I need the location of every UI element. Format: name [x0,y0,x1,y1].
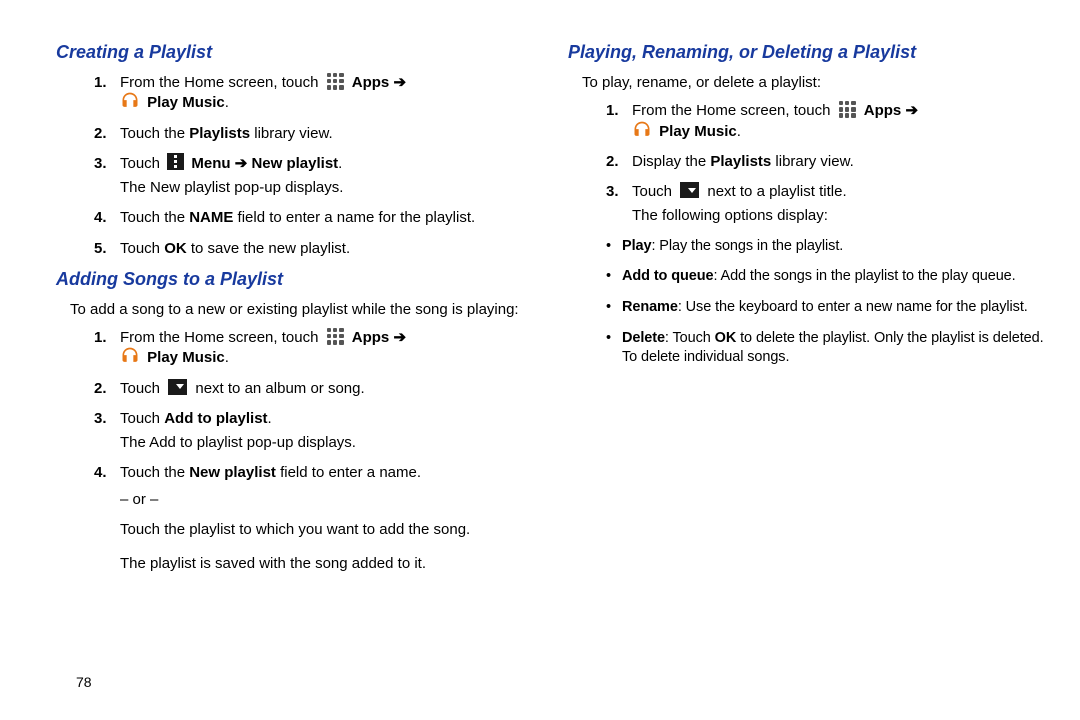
headphones-icon [120,91,143,111]
bullet-item: Delete: Touch OK to delete the playlist.… [606,329,1050,367]
or-divider: – or – [120,490,538,510]
step-text: From the Home screen, touch [120,329,323,346]
dropdown-icon [680,182,699,198]
intro-adding-songs: To add a song to a new or existing playl… [70,300,524,320]
manual-page: Creating a Playlist From the Home screen… [0,0,1080,720]
step-text: Touch [120,155,164,172]
play-music-label: Play Music [147,349,225,366]
step-item: Touch Menu ➔ New playlist. The New playl… [94,154,538,199]
step-text: . [268,410,272,427]
menu-label: Menu [191,155,230,172]
period: . [338,155,342,172]
bullet-label: Rename [622,299,678,315]
steps-playing: From the Home screen, touch Apps ➔ Play … [606,101,1050,226]
right-column: Playing, Renaming, or Deleting a Playlis… [568,38,1050,710]
step-item: Touch next to an album or song. [94,379,538,399]
step-item: Touch next to a playlist title. The foll… [606,182,1050,227]
step-text: Touch [120,240,164,257]
step-text: library view. [771,153,854,170]
step-text: next to an album or song. [195,380,364,397]
arrow-icon: ➔ [393,329,406,346]
bullet-label: Play [622,238,651,254]
bold: Add to playlist [164,410,267,427]
arrow-icon: ➔ [393,74,406,91]
heading-creating-playlist: Creating a Playlist [56,42,538,63]
play-music-label: Play Music [147,94,225,111]
step-extra: Touch the playlist to which you want to … [120,520,538,540]
bold: NAME [189,209,233,226]
steps-adding-songs: From the Home screen, touch Apps ➔ Play … [94,328,538,574]
step-item: Touch the New playlist field to enter a … [94,463,538,574]
step-item: From the Home screen, touch Apps ➔ Play … [606,101,1050,142]
intro-playing: To play, rename, or delete a playlist: [582,73,1036,93]
bold: Playlists [710,153,771,170]
step-text: next to a playlist title. [707,183,846,200]
step-text: From the Home screen, touch [120,74,323,91]
bullet-text: : Add the songs in the playlist to the p… [713,268,1015,284]
step-item: From the Home screen, touch Apps ➔ Play … [94,328,538,369]
heading-adding-songs: Adding Songs to a Playlist [56,269,538,290]
apps-label: Apps [864,102,902,119]
apps-grid-icon [326,72,345,91]
step-extra: The Add to playlist pop-up displays. [120,433,538,453]
apps-label: Apps [352,329,390,346]
apps-grid-icon [326,327,345,346]
bold: New playlist [189,464,276,481]
step-extra: The following options display: [632,206,1050,226]
play-music-label: Play Music [659,123,737,140]
step-item: Touch Add to playlist. The Add to playli… [94,409,538,454]
step-text: From the Home screen, touch [632,102,835,119]
bold: OK [715,330,737,346]
arrow-icon: ➔ [905,102,918,119]
step-text: to save the new playlist. [187,240,350,257]
vertical-dots-icon [167,153,184,170]
step-item: Touch the Playlists library view. [94,124,538,144]
step-text: field to enter a name for the playlist. [233,209,475,226]
step-text: library view. [250,125,333,142]
steps-creating-playlist: From the Home screen, touch Apps ➔ Play … [94,73,538,259]
new-playlist-label: New playlist [251,155,338,172]
apps-grid-icon [838,100,857,119]
step-text: Touch the [120,209,189,226]
step-extra: The New playlist pop-up displays. [120,178,538,198]
period: . [737,123,741,140]
bullet-label: Add to queue [622,268,713,284]
bullet-pre: : Touch [665,330,715,346]
bullet-text: : Play the songs in the playlist. [651,238,843,254]
left-column: Creating a Playlist From the Home screen… [56,38,538,710]
bullet-item: Add to queue: Add the songs in the playl… [606,267,1050,286]
step-text: Touch [120,410,164,427]
step-text: Touch [632,183,676,200]
step-extra: The playlist is saved with the song adde… [120,554,538,574]
period: . [225,349,229,366]
step-text: Display the [632,153,710,170]
period: . [225,94,229,111]
step-item: Display the Playlists library view. [606,152,1050,172]
bullet-item: Play: Play the songs in the playlist. [606,237,1050,256]
bullet-item: Rename: Use the keyboard to enter a new … [606,298,1050,317]
step-text: Touch the [120,125,189,142]
headphones-icon [120,346,143,366]
step-text: Touch the [120,464,189,481]
bullet-label: Delete [622,330,665,346]
step-item: From the Home screen, touch Apps ➔ Play … [94,73,538,114]
step-item: Touch OK to save the new playlist. [94,239,538,259]
dropdown-icon [168,379,187,395]
bold: Playlists [189,125,250,142]
bold: OK [164,240,187,257]
headphones-icon [632,120,655,140]
step-text: Touch [120,380,164,397]
apps-label: Apps [352,74,390,91]
heading-playing-renaming-deleting: Playing, Renaming, or Deleting a Playlis… [568,42,1050,63]
bullet-text: : Use the keyboard to enter a new name f… [678,299,1028,315]
arrow-icon: ➔ [235,155,248,172]
step-item: Touch the NAME field to enter a name for… [94,208,538,228]
page-number: 78 [76,674,92,690]
step-text: field to enter a name. [276,464,421,481]
options-bullets: Play: Play the songs in the playlist. Ad… [606,237,1050,367]
